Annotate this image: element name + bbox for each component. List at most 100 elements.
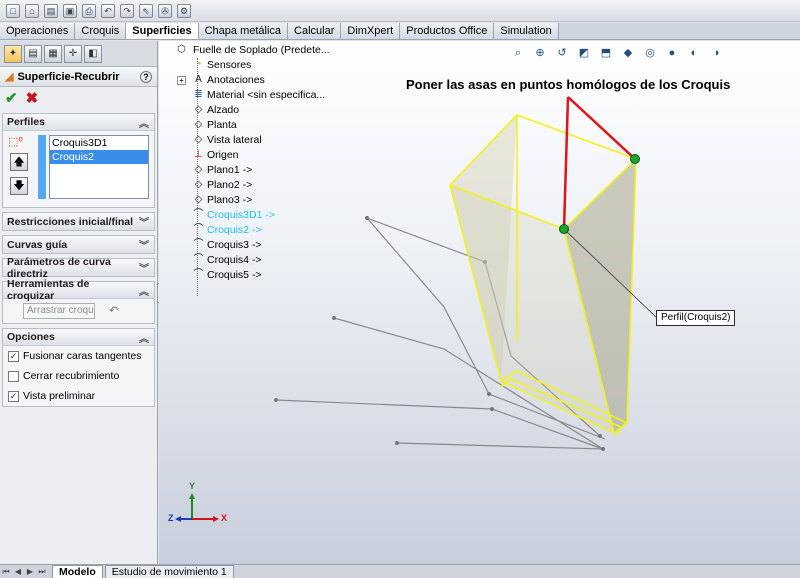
plane-icon: ◇ [194, 104, 203, 115]
select-icon[interactable]: ⇖ [139, 3, 153, 18]
tree-node[interactable]: + A Anotaciones [175, 73, 345, 88]
chevron-up-icon[interactable]: ︽ [139, 283, 149, 298]
first-tab-icon[interactable]: ⏮ [0, 566, 12, 578]
tree-node[interactable]: ⌒ Croquis5 -> [175, 268, 345, 283]
tree-node-label: Croquis3D1 -> [207, 209, 275, 221]
scene-icon[interactable]: ◐ [686, 45, 702, 61]
tree-node[interactable]: ◇ Vista lateral [175, 133, 345, 148]
expand-icon[interactable]: + [177, 76, 186, 85]
drag-sketch-button[interactable]: Arrastrar croquis [23, 303, 95, 319]
tree-node[interactable]: ◇ Plano1 -> [175, 163, 345, 178]
configuration-manager-tab-icon[interactable]: ▦ [44, 44, 62, 63]
profiles-listbox[interactable]: Croquis3D1 Croquis2 [49, 135, 149, 199]
perfiles-body: ⬚⁰ 🡅 🡇 Croquis3D1 Croquis2 [3, 131, 154, 207]
cancel-button[interactable]: ✖ [26, 89, 39, 107]
options-icon[interactable]: ⚙ [177, 3, 191, 18]
tree-node[interactable]: ◇ Planta [175, 118, 345, 133]
option-row[interactable]: Cerrar recubrimiento [3, 366, 154, 386]
property-manager-tab-icon[interactable]: ▤ [24, 44, 42, 63]
tab-croquis[interactable]: Croquis [75, 23, 127, 39]
restricciones-group: Restricciones inicial/final ︾ [2, 212, 155, 231]
graphics-area[interactable]: Y X Z ⬡ Fuelle de Soplado (Predete... ◔ S… [159, 41, 800, 564]
move-up-button[interactable]: 🡅 [10, 153, 28, 171]
previous-view-icon[interactable]: ↺ [554, 45, 570, 61]
tree-node[interactable]: ⊥ Origen [175, 148, 345, 163]
tab-operaciones[interactable]: Operaciones [0, 23, 76, 39]
tab-dimxpert[interactable]: DimXpert [341, 23, 401, 39]
chevron-up-icon[interactable]: ︽ [139, 330, 149, 345]
tree-root[interactable]: ⬡ Fuelle de Soplado (Predete... [175, 43, 345, 58]
perfiles-header[interactable]: Perfiles ︽ [3, 114, 154, 131]
profile-list-item[interactable]: Croquis3D1 [50, 136, 148, 150]
undo-icon[interactable]: ↶ [101, 3, 115, 18]
croquis-guide-sketch[interactable] [275, 399, 604, 450]
connector-line[interactable] [562, 96, 570, 230]
view-orientation-icon[interactable]: ⬒ [598, 45, 614, 61]
parametros-header[interactable]: Parámetros de curva directriz ︾ [3, 256, 154, 280]
save-icon[interactable]: ▣ [63, 3, 77, 18]
model-tab[interactable]: Modelo [52, 565, 103, 578]
option-checkbox[interactable]: ✓ [8, 350, 19, 362]
dimxpert-manager-tab-icon[interactable]: ✛ [64, 44, 82, 63]
zoom-area-icon[interactable]: ⊕ [532, 45, 548, 61]
tree-node[interactable]: ◔ Sensores [175, 58, 345, 73]
connector-handle[interactable] [559, 224, 569, 234]
rebuild-icon[interactable]: ✇ [158, 3, 172, 18]
display-pane-icon[interactable]: ◑ [708, 45, 724, 61]
chevron-down-icon[interactable]: ︾ [139, 260, 149, 275]
tree-node[interactable]: ⌒ Croquis4 -> [175, 253, 345, 268]
loft-preview[interactable] [448, 114, 638, 437]
tree-node[interactable]: ≣ Material <sin especifica... [175, 88, 345, 103]
option-row[interactable]: ✓ Vista preliminar [3, 386, 154, 406]
chevron-down-icon[interactable]: ︾ [139, 214, 149, 229]
chevron-up-icon[interactable]: ︽ [139, 115, 149, 130]
tree-node[interactable]: ◇ Plano3 -> [175, 193, 345, 208]
curvas-guia-header[interactable]: Curvas guía ︾ [3, 236, 154, 253]
tree-node-label: Sensores [207, 59, 252, 71]
zoom-fit-icon[interactable]: ⌕ [510, 45, 526, 61]
display-style-icon[interactable]: ◆ [620, 45, 636, 61]
opciones-header[interactable]: Opciones ︽ [3, 329, 154, 346]
display-manager-tab-icon[interactable]: ◧ [84, 44, 102, 63]
tree-node[interactable]: ⌒ Croquis2 -> [175, 223, 345, 238]
new-icon[interactable]: □ [6, 3, 20, 18]
feature-manager-tab-icon[interactable]: ✦ [4, 44, 22, 63]
restricciones-header[interactable]: Restricciones inicial/final ︾ [3, 213, 154, 230]
sketch-icon: ⌒ [193, 269, 204, 280]
tree-node[interactable]: ◇ Alzado [175, 103, 345, 118]
profile-list-item[interactable]: Croquis2 [50, 150, 148, 164]
option-checkbox[interactable]: ✓ [8, 390, 19, 402]
tab-simulation[interactable]: Simulation [494, 23, 559, 39]
motion-study-tab[interactable]: Estudio de movimiento 1 [104, 565, 234, 578]
undo-sketch-drag-icon[interactable]: ↶ [109, 304, 118, 317]
print-icon[interactable]: ⎙ [82, 3, 96, 18]
file-icon[interactable]: ▤ [44, 3, 58, 18]
annotation-icon: A [195, 74, 202, 85]
move-down-button[interactable]: 🡇 [10, 177, 28, 195]
connector-line[interactable] [567, 96, 636, 160]
tab-productos-office[interactable]: Productos Office [400, 23, 495, 39]
section-view-icon[interactable]: ◩ [576, 45, 592, 61]
help-icon[interactable]: ? [140, 70, 152, 83]
home-icon[interactable]: ⌂ [25, 3, 39, 18]
tree-root-label: Fuelle de Soplado (Predete... [193, 44, 330, 56]
connector-handle[interactable] [630, 154, 640, 164]
profile-callout[interactable]: Perfil(Croquis2) [656, 310, 736, 326]
hide-show-icon[interactable]: ◎ [642, 45, 658, 61]
chevron-down-icon[interactable]: ︾ [139, 237, 149, 252]
option-checkbox[interactable] [8, 370, 19, 382]
tree-node[interactable]: ⌒ Croquis3D1 -> [175, 208, 345, 223]
redo-icon[interactable]: ↷ [120, 3, 134, 18]
herramientas-header[interactable]: Herramientas de croquizar ︽ [3, 278, 154, 302]
tab-chapa-met-lica[interactable]: Chapa metálica [198, 23, 289, 39]
last-tab-icon[interactable]: ⏭ [36, 566, 48, 578]
tree-node[interactable]: ◇ Plano2 -> [175, 178, 345, 193]
tab-superficies[interactable]: Superficies [126, 23, 199, 39]
option-row[interactable]: ✓ Fusionar caras tangentes [3, 346, 154, 366]
ok-button[interactable]: ✔ [5, 89, 18, 107]
next-tab-icon[interactable]: ▶ [24, 566, 36, 578]
tab-calcular[interactable]: Calcular [288, 23, 342, 39]
edit-appearance-icon[interactable]: ● [664, 45, 680, 61]
prev-tab-icon[interactable]: ◀ [12, 566, 24, 578]
tree-node[interactable]: ⌒ Croquis3 -> [175, 238, 345, 253]
